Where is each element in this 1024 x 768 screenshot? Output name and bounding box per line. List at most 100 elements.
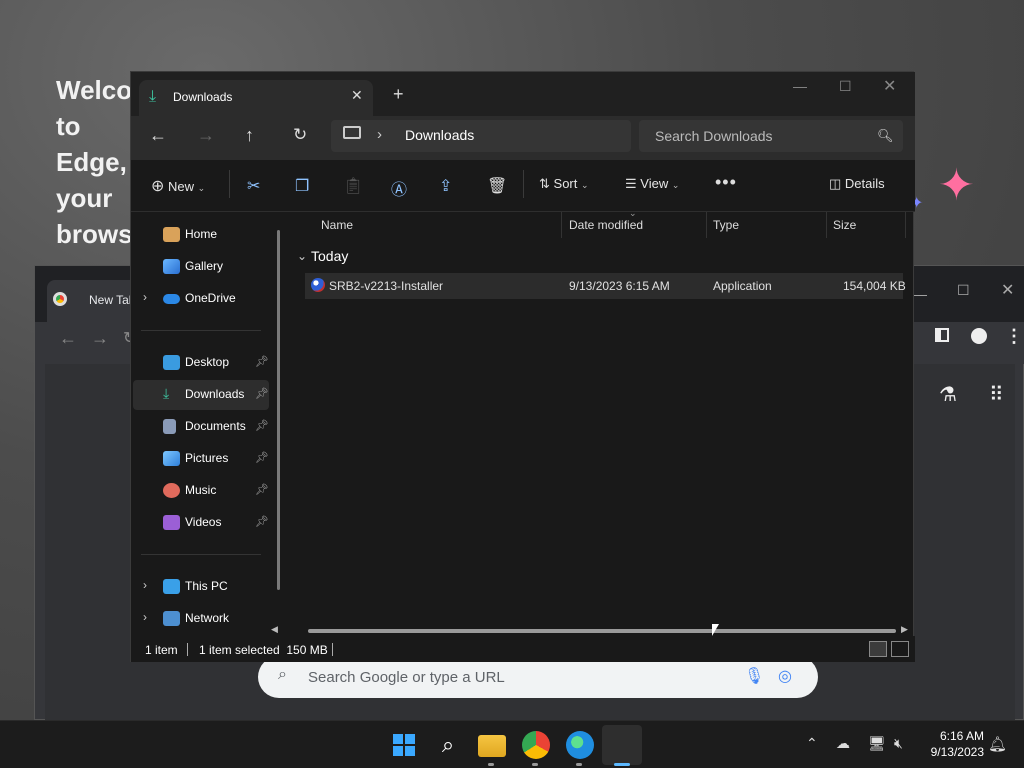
sidebar-item-gallery[interactable]: Gallery (133, 252, 269, 282)
taskbar-search-icon[interactable]: ⌕ (434, 731, 462, 759)
minimize-button[interactable]: — (793, 78, 807, 94)
sidebar-item-desktop[interactable]: Desktop 📌︎ (133, 348, 269, 378)
rename-icon[interactable]: Ⓐ (391, 176, 407, 200)
chrome-back-icon[interactable]: ← (59, 328, 77, 349)
chrome-icon[interactable] (522, 731, 550, 759)
column-divider[interactable] (905, 212, 906, 238)
sort-arrows-icon: ⇅ (539, 176, 550, 191)
trash-icon[interactable]: 🗑︎ (487, 176, 507, 196)
scroll-left-icon[interactable]: ◀ (271, 624, 278, 635)
chrome-close-button[interactable]: ✕ (1001, 280, 1014, 300)
selection-info: 1 item selected 150 MB (199, 643, 328, 657)
horizontal-scrollbar[interactable] (308, 629, 896, 633)
scroll-right-icon[interactable]: ▶ (901, 624, 908, 635)
pin-icon[interactable]: 📌︎ (255, 419, 269, 432)
google-search-box[interactable]: ⌕ Search Google or type a URL 🎙 ◎ (258, 656, 818, 698)
sidebar-item-onedrive[interactable]: › OneDrive (133, 284, 269, 314)
notification-bell-icon[interactable]: 🔔︎ (988, 735, 1007, 753)
sidebar-item-this-pc[interactable]: › This PC (133, 572, 269, 602)
clock-time[interactable]: 6:16 AM (928, 729, 984, 743)
pin-icon[interactable]: 📌︎ (255, 451, 269, 464)
sidebar-item-label: Downloads (185, 387, 245, 401)
edge-icon[interactable] (566, 731, 594, 759)
cut-scissors-icon[interactable]: ✂ (247, 176, 260, 196)
breadcrumb-downloads[interactable]: Downloads (405, 127, 474, 143)
explorer-nav-bar: ← → ↑ ↻ › Downloads Search Downloads 🔍︎ (131, 116, 915, 160)
column-divider[interactable] (706, 212, 707, 238)
more-options-icon[interactable]: ••• (715, 172, 737, 193)
chrome-forward-icon[interactable]: → (91, 328, 109, 349)
new-button[interactable]: ⊕ New ⌄ (151, 176, 205, 196)
tiles-view-icon[interactable] (891, 641, 909, 657)
chrome-maximize-button[interactable]: ☐ (957, 282, 970, 299)
group-header-today[interactable]: Today (311, 248, 348, 264)
lens-icon[interactable]: ◎ (778, 666, 792, 686)
pin-icon[interactable]: 📌︎ (255, 483, 269, 496)
chevron-down-icon[interactable]: ⌄ (297, 249, 307, 263)
forward-arrow-icon[interactable]: → (197, 125, 215, 146)
chevron-right-icon[interactable]: › (143, 290, 147, 304)
onedrive-tray-icon[interactable]: ☁ (836, 735, 850, 752)
new-tab-button[interactable]: + (393, 84, 404, 105)
labs-flask-icon[interactable]: ⚗ (939, 382, 957, 407)
network-icon (163, 611, 180, 626)
profile-avatar[interactable] (971, 328, 987, 344)
details-pane-button[interactable]: ◫ Details (829, 176, 885, 192)
column-divider[interactable] (561, 212, 562, 238)
active-app-highlight[interactable] (602, 725, 642, 765)
sidebar-item-music[interactable]: Music 📌︎ (133, 476, 269, 506)
up-arrow-icon[interactable]: ↑ (245, 125, 254, 146)
voice-search-icon[interactable]: 🎙 (744, 666, 764, 686)
windows-start-icon[interactable] (390, 731, 418, 759)
back-arrow-icon[interactable]: ← (149, 125, 167, 146)
maximize-button[interactable]: ☐ (839, 78, 852, 95)
sidebar-item-network[interactable]: › Network (133, 604, 269, 634)
monitor-icon[interactable] (343, 126, 361, 139)
chrome-menu-icon[interactable]: ⋮ (1005, 326, 1023, 347)
sort-button[interactable]: ⇅ Sort ⌄ (539, 176, 589, 192)
command-bar: ⊕ New ⌄ ✂ ❐ 📋︎ Ⓐ ⇪ 🗑︎ ⇅ Sort ⌄ ☰ View ⌄ … (131, 160, 915, 212)
download-arrow-icon: ⤓ (149, 88, 157, 105)
clock-date[interactable]: 9/13/2023 (918, 745, 984, 759)
details-view-icon[interactable] (869, 641, 887, 657)
volume-muted-icon[interactable]: 🔇︎ (894, 735, 903, 752)
edge-welcome-text: Welcome to Edge, your browser (56, 75, 136, 249)
refresh-icon[interactable]: ↻ (293, 125, 307, 145)
explorer-tab-downloads[interactable]: ⤓ Downloads ✕ (139, 80, 373, 116)
side-panel-icon[interactable] (935, 328, 949, 342)
google-apps-icon[interactable]: ⠿ (989, 382, 1004, 407)
column-header-size[interactable]: Size (833, 218, 856, 232)
file-explorer-icon[interactable] (478, 735, 506, 757)
file-row[interactable]: SRB2-v2213-Installer 9/13/2023 6:15 AM A… (305, 273, 906, 299)
share-icon[interactable]: ⇪ (439, 176, 452, 196)
sidebar-item-pictures[interactable]: Pictures 📌︎ (133, 444, 269, 474)
sidebar-item-home[interactable]: Home (133, 220, 269, 250)
sidebar-item-documents[interactable]: Documents 📌︎ (133, 412, 269, 442)
paste-icon[interactable]: 📋︎ (343, 176, 363, 196)
chevron-right-icon[interactable]: › (377, 126, 382, 143)
column-header-name[interactable]: Name (321, 218, 353, 232)
chevron-up-icon[interactable]: ⌃ (806, 735, 818, 752)
column-divider[interactable] (826, 212, 827, 238)
close-button[interactable]: ✕ (883, 76, 896, 96)
column-header-type[interactable]: Type (713, 218, 739, 232)
running-indicator (488, 763, 494, 766)
chevron-right-icon[interactable]: › (143, 578, 147, 592)
sidebar-item-videos[interactable]: Videos 📌︎ (133, 508, 269, 538)
network-tray-icon[interactable]: 🖥︎ (868, 735, 886, 752)
address-bar[interactable]: › Downloads (331, 120, 631, 152)
sidebar-item-downloads[interactable]: ⤓ Downloads 📌︎ (133, 380, 269, 410)
view-button[interactable]: ☰ View ⌄ (625, 176, 679, 192)
home-icon (163, 227, 180, 242)
copy-icon[interactable]: ❐ (295, 176, 309, 196)
column-header-date-modified[interactable]: Date modified (569, 218, 643, 232)
search-downloads-input[interactable]: Search Downloads 🔍︎ (639, 120, 903, 152)
pin-icon[interactable]: 📌︎ (255, 515, 269, 528)
sidebar-scrollbar[interactable] (277, 230, 280, 590)
chevron-right-icon[interactable]: › (143, 610, 147, 624)
documents-icon (163, 419, 176, 434)
pin-icon[interactable]: 📌︎ (255, 387, 269, 400)
pin-icon[interactable]: 📌︎ (255, 355, 269, 368)
close-tab-icon[interactable]: ✕ (351, 87, 363, 104)
chrome-minimize-button[interactable]: — (913, 286, 927, 302)
